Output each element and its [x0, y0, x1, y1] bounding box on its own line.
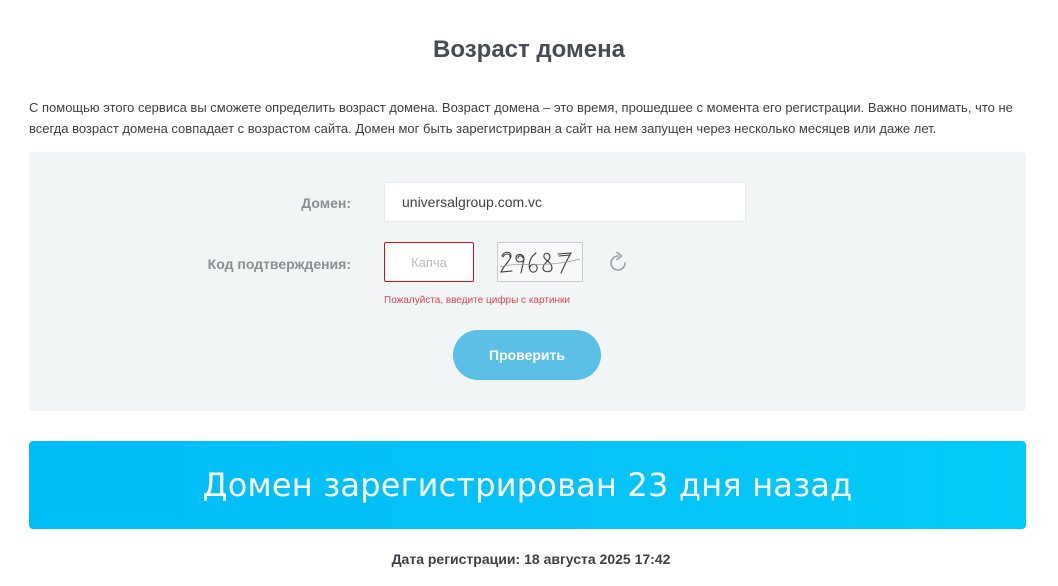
- check-button[interactable]: Проверить: [453, 330, 601, 380]
- captcha-input[interactable]: [384, 242, 474, 282]
- domain-input[interactable]: [384, 182, 746, 222]
- result-banner: Домен зарегистрирован 23 дня назад: [29, 441, 1026, 529]
- domain-label: Домен:: [301, 195, 351, 211]
- captcha-image: [497, 242, 583, 282]
- captcha-digits: [499, 251, 581, 274]
- page-title: Возраст домена: [433, 36, 625, 63]
- captcha-error-message: Пожалуйста, введите цифры с картинки: [384, 295, 570, 306]
- result-message: Домен зарегистрирован 23 дня назад: [202, 466, 853, 504]
- registration-date-value: 18 августа 2025 17:42: [524, 551, 671, 567]
- intro-text: С помощью этого сервиса вы сможете опред…: [29, 100, 1013, 136]
- refresh-icon[interactable]: [605, 250, 631, 276]
- domain-check-form: Домен: Код подтверждения:: [29, 152, 1026, 411]
- registration-date-label: Дата регистрации:: [391, 551, 521, 567]
- captcha-label: Код подтверждения:: [207, 256, 351, 272]
- registration-date: Дата регистрации: 18 августа 2025 17:42: [0, 551, 1058, 567]
